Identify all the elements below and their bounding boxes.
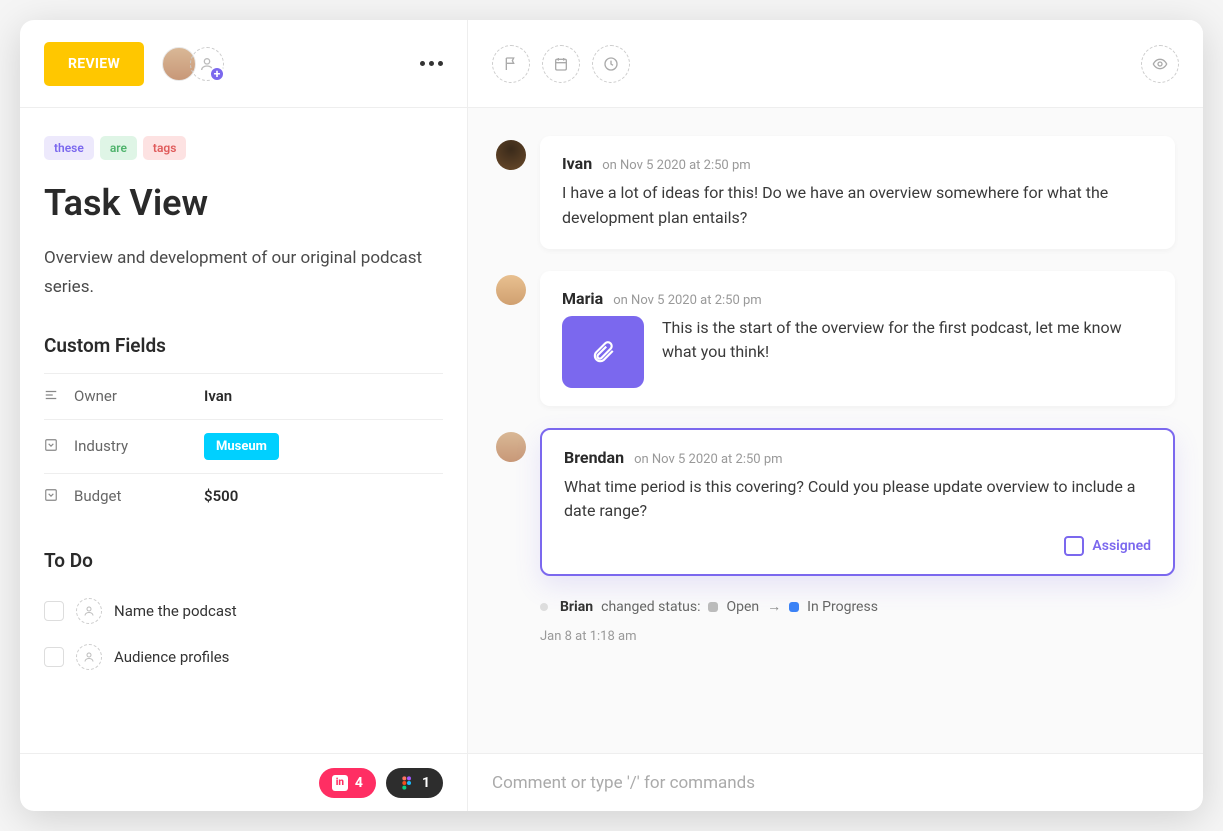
task-title[interactable]: Task View	[44, 182, 443, 224]
assigned-label: Assigned	[1092, 538, 1151, 554]
task-window: REVIEW + these are tags	[20, 20, 1203, 811]
left-panel: REVIEW + these are tags	[20, 20, 468, 753]
todo-list: Name the podcast Audience profiles	[44, 588, 443, 680]
assignees: +	[162, 47, 224, 81]
field-label: Budget	[74, 487, 204, 505]
todo-heading: To Do	[44, 549, 443, 572]
custom-fields-heading: Custom Fields	[44, 334, 443, 357]
activity-action: changed status:	[601, 599, 700, 615]
comment: Maria on Nov 5 2020 at 2:50 pm This is t…	[496, 271, 1175, 406]
figma-pill[interactable]: 1	[386, 768, 443, 798]
todo-checkbox[interactable]	[44, 647, 64, 667]
attachments-bar: in 4 1	[20, 754, 468, 811]
field-label: Owner	[74, 387, 204, 405]
comment-card[interactable]: Maria on Nov 5 2020 at 2:50 pm This is t…	[540, 271, 1175, 406]
activity-from-status: Open	[726, 599, 759, 615]
field-label: Industry	[74, 437, 204, 455]
activity-bullet-icon	[540, 603, 548, 611]
more-menu-button[interactable]	[420, 61, 443, 66]
status-chip[interactable]: REVIEW	[44, 42, 144, 86]
comment-composer[interactable]: Comment or type '/' for commands	[468, 754, 1203, 811]
todo-item: Name the podcast	[44, 588, 443, 634]
status-dot-icon	[789, 602, 799, 612]
avatar[interactable]	[496, 140, 526, 170]
activity-entry: Brian changed status: Open → In Progress…	[540, 598, 1175, 644]
tag[interactable]: tags	[143, 136, 186, 160]
assign-todo-button[interactable]	[76, 598, 102, 624]
tag[interactable]: are	[100, 136, 137, 160]
main-area: REVIEW + these are tags	[20, 20, 1203, 753]
invision-count: 4	[355, 775, 363, 791]
composer-placeholder: Comment or type '/' for commands	[492, 773, 755, 793]
invision-icon: in	[332, 775, 348, 791]
comment-text: What time period is this covering? Could…	[564, 475, 1151, 525]
avatar[interactable]	[496, 432, 526, 462]
plus-icon: +	[209, 66, 225, 82]
attachment-tile[interactable]	[562, 316, 644, 388]
figma-count: 1	[422, 775, 430, 791]
text-field-icon	[44, 387, 62, 406]
comment-timestamp: on Nov 5 2020 at 2:50 pm	[602, 158, 750, 173]
comment-author: Brendan	[564, 448, 624, 467]
right-header	[468, 20, 1203, 108]
comment-card-assigned[interactable]: Brendan on Nov 5 2020 at 2:50 pm What ti…	[540, 428, 1175, 577]
arrow-icon: →	[767, 598, 781, 615]
activity-actor: Brian	[560, 599, 593, 615]
paperclip-icon	[590, 339, 616, 365]
comment-author: Maria	[562, 289, 603, 308]
comment: Ivan on Nov 5 2020 at 2:50 pm I have a l…	[496, 136, 1175, 249]
field-value[interactable]: Ivan	[204, 387, 232, 405]
todo-text[interactable]: Audience profiles	[114, 648, 229, 666]
activity-feed: Ivan on Nov 5 2020 at 2:50 pm I have a l…	[468, 108, 1203, 753]
todo-item: Audience profiles	[44, 634, 443, 680]
todo-checkbox[interactable]	[44, 601, 64, 621]
tags-row: these are tags	[44, 136, 443, 160]
activity-to-status: In Progress	[807, 599, 878, 615]
dropdown-field-icon	[44, 437, 62, 456]
field-industry: Industry Museum	[44, 419, 443, 473]
comment-card[interactable]: Ivan on Nov 5 2020 at 2:50 pm I have a l…	[540, 136, 1175, 249]
right-panel: Ivan on Nov 5 2020 at 2:50 pm I have a l…	[468, 20, 1203, 753]
comment-author: Ivan	[562, 154, 592, 173]
comment: Brendan on Nov 5 2020 at 2:50 pm What ti…	[496, 428, 1175, 577]
avatar[interactable]	[496, 275, 526, 305]
bottom-bar: in 4 1 Comment or type '/' for commands	[20, 753, 1203, 811]
flag-button[interactable]	[492, 45, 530, 83]
comment-timestamp: on Nov 5 2020 at 2:50 pm	[634, 452, 782, 467]
watch-button[interactable]	[1141, 45, 1179, 83]
add-assignee-button[interactable]: +	[190, 47, 224, 81]
task-description[interactable]: Overview and development of our original…	[44, 244, 443, 302]
assign-todo-button[interactable]	[76, 644, 102, 670]
field-owner: Owner Ivan	[44, 373, 443, 419]
assigned-checkbox[interactable]	[1064, 536, 1084, 556]
comment-text: I have a lot of ideas for this! Do we ha…	[562, 181, 1153, 231]
field-value[interactable]: Museum	[204, 433, 279, 460]
comment-timestamp: on Nov 5 2020 at 2:50 pm	[613, 293, 761, 308]
todo-text[interactable]: Name the podcast	[114, 602, 237, 620]
date-button[interactable]	[542, 45, 580, 83]
task-details: these are tags Task View Overview and de…	[20, 108, 467, 753]
left-header: REVIEW +	[20, 20, 467, 108]
assigned-indicator[interactable]: Assigned	[564, 536, 1151, 556]
invision-pill[interactable]: in 4	[319, 768, 376, 798]
dropdown-field-icon	[44, 487, 62, 506]
tag[interactable]: these	[44, 136, 94, 160]
activity-timestamp: Jan 8 at 1:18 am	[540, 629, 637, 644]
time-button[interactable]	[592, 45, 630, 83]
field-budget: Budget $500	[44, 473, 443, 519]
status-dot-icon	[708, 602, 718, 612]
custom-fields-list: Owner Ivan Industry Museum Budget $500	[44, 373, 443, 519]
field-value[interactable]: $500	[204, 487, 238, 505]
comment-text: This is the start of the overview for th…	[662, 316, 1153, 366]
figma-icon	[399, 775, 415, 791]
